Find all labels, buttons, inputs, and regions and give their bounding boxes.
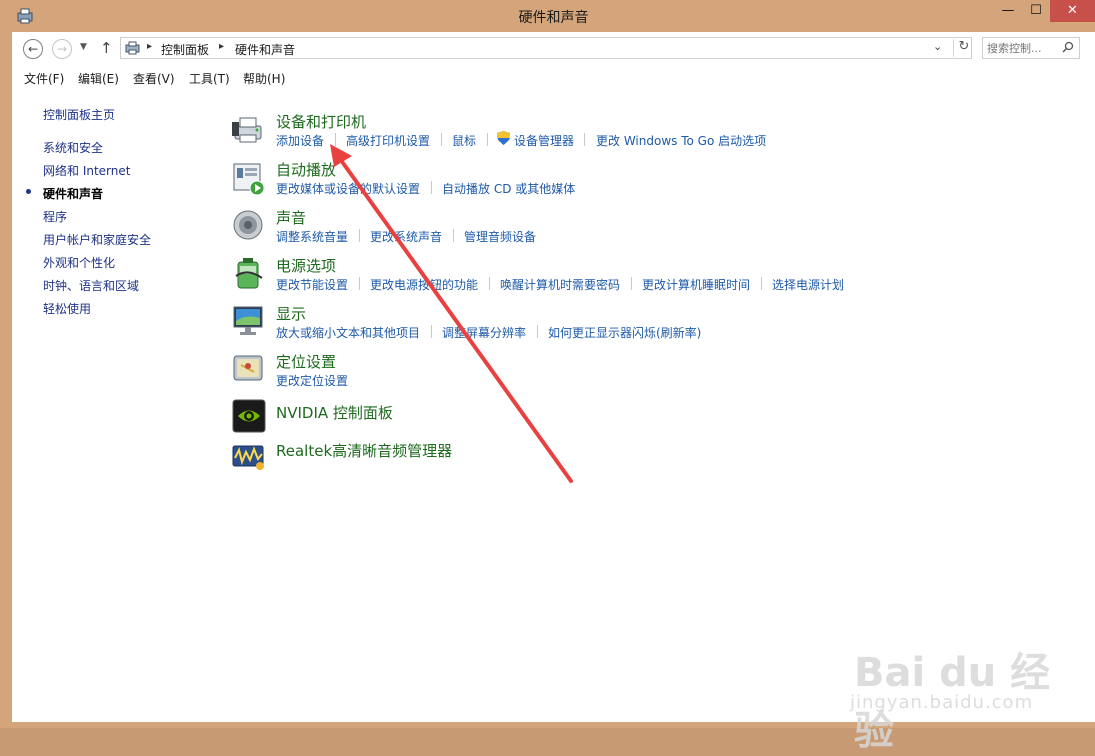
menu-file[interactable]: 文件(F) [24, 70, 64, 87]
link-change-power-saving[interactable]: 更改节能设置 [276, 276, 348, 293]
menu-edit[interactable]: 编辑(E) [78, 70, 119, 87]
link-add-device[interactable]: 添加设备 [276, 132, 324, 149]
sidebar-item-ease-of-access[interactable]: 轻松使用 [43, 300, 91, 317]
link-separator [453, 229, 454, 242]
link-advanced-printer-setup[interactable]: 高级打印机设置 [346, 132, 430, 149]
sidebar-item-appearance[interactable]: 外观和个性化 [43, 254, 115, 271]
control-panel-location-icon [125, 41, 140, 55]
watermark-url: jingyan.baidu.com [850, 692, 1034, 713]
speaker-icon[interactable] [232, 208, 266, 242]
sidebar-item-programs[interactable]: 程序 [43, 208, 67, 225]
link-fix-flicker[interactable]: 如何更正显示器闪烁(刷新率) [548, 324, 701, 341]
search-icon[interactable] [1062, 41, 1074, 53]
sidebar-item-hardware-sound[interactable]: 硬件和声音 [43, 185, 103, 202]
link-separator [631, 277, 632, 290]
breadcrumb-separator-icon[interactable]: ▸ [147, 41, 152, 52]
address-dropdown-icon[interactable]: ⌄ [933, 40, 942, 53]
minimize-button[interactable]: — [994, 0, 1022, 22]
title-bar[interactable]: 硬件和声音 — ☐ ✕ [6, 0, 1095, 32]
battery-icon[interactable] [232, 256, 266, 290]
printer-icon[interactable] [232, 112, 266, 146]
link-separator [441, 133, 442, 146]
link-change-media-defaults[interactable]: 更改媒体或设备的默认设置 [276, 180, 420, 197]
search-box[interactable] [982, 37, 1080, 59]
link-change-location-settings[interactable]: 更改定位设置 [276, 372, 348, 389]
menu-bar: 文件(F) 编辑(E) 查看(V) 工具(T) 帮助(H) [12, 66, 1095, 90]
category-title-realtek[interactable]: Realtek高清晰音频管理器 [276, 440, 452, 461]
sidebar-home-link[interactable]: 控制面板主页 [43, 106, 115, 123]
link-resize-text[interactable]: 放大或缩小文本和其他项目 [276, 324, 420, 341]
category-title-location[interactable]: 定位设置 [276, 351, 336, 372]
link-windows-to-go[interactable]: 更改 Windows To Go 启动选项 [596, 132, 766, 149]
autoplay-icon[interactable] [232, 162, 266, 196]
link-device-manager[interactable]: 设备管理器 [514, 132, 574, 149]
maximize-button[interactable]: ☐ [1022, 0, 1050, 22]
link-adjust-resolution[interactable]: 调整屏幕分辨率 [442, 324, 526, 341]
back-button[interactable]: ← [23, 39, 43, 59]
link-mouse[interactable]: 鼠标 [452, 132, 476, 149]
link-separator [761, 277, 762, 290]
link-choose-power-plan[interactable]: 选择电源计划 [772, 276, 844, 293]
sidebar-item-system-security[interactable]: 系统和安全 [43, 139, 103, 156]
sidebar-item-clock-language[interactable]: 时钟、语言和区域 [43, 277, 139, 294]
window-content: ← → ▼ ↑ ▸ 控制面板 ▸ 硬件和声音 ⌄ ↻ 搜索控制... 文件(F)… [12, 32, 1095, 754]
baidu-watermark: Bai du 经验 jingyan.baidu.com [842, 632, 1057, 754]
sidebar: 控制面板主页 系统和安全 网络和 Internet 硬件和声音 程序 用户帐户和… [12, 90, 222, 722]
breadcrumb-hardware-and-sound[interactable]: 硬件和声音 [235, 41, 295, 58]
link-manage-audio-devices[interactable]: 管理音频设备 [464, 228, 536, 245]
link-separator [335, 133, 336, 146]
search-input[interactable] [987, 39, 1057, 57]
breadcrumb-control-panel[interactable]: 控制面板 [161, 41, 209, 58]
address-bar[interactable]: ▸ 控制面板 ▸ 硬件和声音 ⌄ ↻ [120, 37, 972, 59]
link-separator [487, 133, 488, 146]
link-autoplay-cd[interactable]: 自动播放 CD 或其他媒体 [442, 180, 575, 197]
link-separator [537, 325, 538, 338]
menu-help[interactable]: 帮助(H) [243, 70, 285, 87]
nvidia-icon[interactable] [232, 399, 266, 433]
link-separator [489, 277, 490, 290]
forward-button[interactable]: → [52, 39, 72, 59]
sidebar-item-user-accounts[interactable]: 用户帐户和家庭安全 [43, 231, 151, 248]
location-icon[interactable] [232, 352, 266, 386]
link-adjust-volume[interactable]: 调整系统音量 [276, 228, 348, 245]
category-title-autoplay[interactable]: 自动播放 [276, 159, 336, 180]
monitor-icon[interactable] [232, 304, 266, 338]
menu-view[interactable]: 查看(V) [133, 70, 175, 87]
link-require-password-on-wake[interactable]: 唤醒计算机时需要密码 [500, 276, 620, 293]
up-level-button[interactable]: ↑ [100, 39, 113, 57]
category-title-nvidia[interactable]: NVIDIA 控制面板 [276, 402, 393, 423]
recent-locations-dropdown-icon[interactable]: ▼ [80, 42, 87, 52]
link-change-system-sounds[interactable]: 更改系统声音 [370, 228, 442, 245]
breadcrumb-separator-icon[interactable]: ▸ [219, 41, 224, 52]
link-separator [431, 325, 432, 338]
category-title-sound[interactable]: 声音 [276, 207, 306, 228]
category-title-power-options[interactable]: 电源选项 [276, 255, 336, 276]
current-item-bullet-icon [26, 189, 31, 194]
menu-tools[interactable]: 工具(T) [189, 70, 230, 87]
refresh-button[interactable]: ↻ [953, 39, 974, 57]
sidebar-item-network[interactable]: 网络和 Internet [43, 162, 130, 179]
window-frame: 硬件和声音 — ☐ ✕ ← → ▼ ↑ ▸ 控制面板 ▸ 硬件和声音 ⌄ ↻ 搜… [0, 0, 1095, 754]
close-button[interactable]: ✕ [1050, 0, 1095, 22]
link-change-sleep-time[interactable]: 更改计算机睡眠时间 [642, 276, 750, 293]
navigation-bar: ← → ▼ ↑ ▸ 控制面板 ▸ 硬件和声音 ⌄ ↻ [12, 32, 1095, 67]
link-power-button-function[interactable]: 更改电源按钮的功能 [370, 276, 478, 293]
link-separator [359, 277, 360, 290]
uac-shield-icon [497, 131, 510, 145]
link-separator [431, 181, 432, 194]
link-separator [359, 229, 360, 242]
realtek-icon[interactable] [232, 440, 266, 474]
window-title: 硬件和声音 [518, 10, 589, 26]
link-separator [584, 133, 585, 146]
category-title-devices-printers[interactable]: 设备和打印机 [276, 111, 366, 132]
category-title-display[interactable]: 显示 [276, 303, 306, 324]
